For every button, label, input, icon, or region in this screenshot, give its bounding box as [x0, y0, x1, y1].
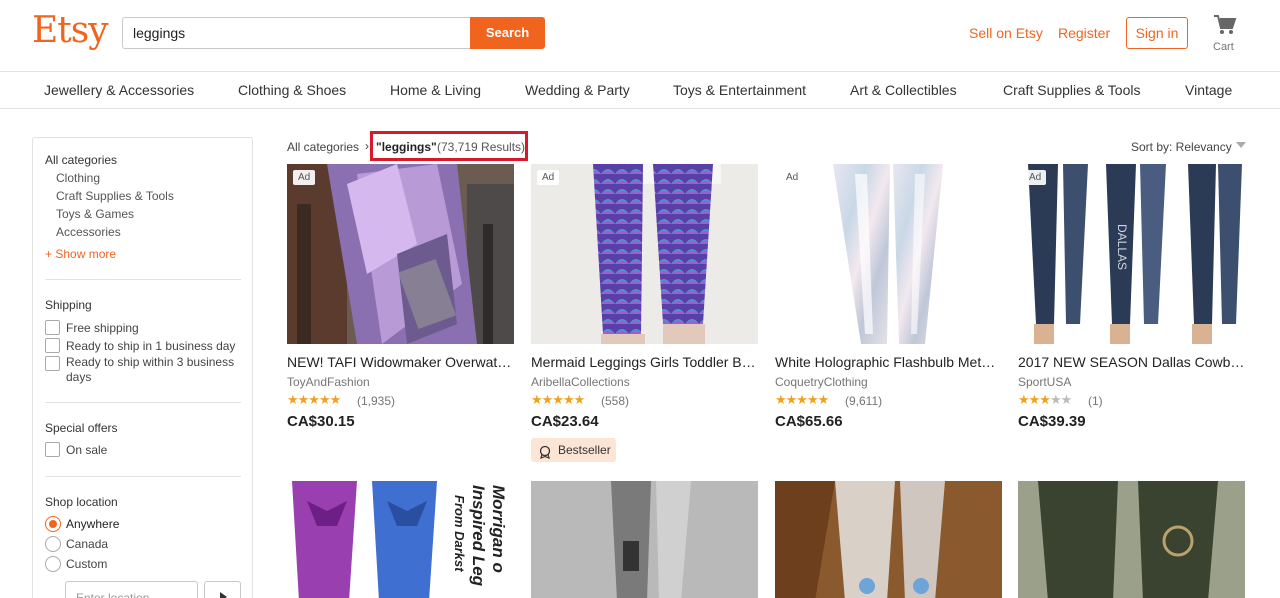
register-link[interactable]: Register	[1058, 25, 1110, 41]
listing-image[interactable]	[1018, 481, 1245, 598]
rating-stars: ★★★★★	[287, 392, 341, 407]
nav-toys[interactable]: Toys & Entertainment	[673, 82, 806, 98]
rating-stars: ★★★★★	[1018, 392, 1072, 407]
divider	[45, 402, 241, 403]
etsy-logo[interactable]: Etsy	[32, 10, 109, 51]
listing-image[interactable]: DALLAS Ad	[1018, 164, 1245, 344]
free-shipping-checkbox[interactable]	[45, 320, 60, 335]
listing-title[interactable]: Mermaid Leggings Girls Toddler Baby	[531, 354, 758, 370]
listing-image[interactable]: Ad	[775, 164, 1002, 344]
category-accessories[interactable]: Accessories	[56, 225, 121, 239]
ship-3-day-label[interactable]: Ready to ship within 3 business	[66, 355, 234, 370]
cart-label[interactable]: Cart	[1213, 41, 1234, 53]
category-toys[interactable]: Toys & Games	[56, 207, 134, 221]
price: CA$39.39	[1018, 413, 1086, 430]
award-icon	[538, 443, 552, 467]
divider	[45, 476, 241, 477]
category-clothing[interactable]: Clothing	[56, 171, 100, 185]
location-custom-label[interactable]: Custom	[66, 557, 107, 572]
filter-sidebar: All categories Clothing Craft Supplies &…	[32, 137, 253, 598]
badge-label: Bestseller	[558, 443, 611, 457]
ad-label: Ad	[1024, 170, 1047, 185]
location-canada-radio[interactable]	[45, 536, 61, 552]
play-icon	[219, 592, 227, 598]
search-input[interactable]: leggings	[122, 17, 472, 49]
cart-icon[interactable]	[1210, 14, 1240, 41]
special-offers-title: Special offers	[45, 421, 118, 435]
free-shipping-label[interactable]: Free shipping	[66, 321, 139, 336]
sign-in-button[interactable]: Sign in	[1126, 17, 1188, 49]
chevron-down-icon[interactable]	[1236, 142, 1246, 148]
listing-image[interactable]	[531, 481, 758, 598]
bestseller-badge: Bestseller	[531, 438, 616, 462]
rating-stars: ★★★★★	[531, 392, 585, 407]
listing-title[interactable]: 2017 NEW SEASON Dallas Cowboys Leggings	[1018, 354, 1245, 370]
divider	[45, 279, 241, 280]
location-input[interactable]: Enter location	[65, 581, 198, 598]
shop-location-title: Shop location	[45, 495, 118, 509]
category-nav: Jewellery & Accessories Clothing & Shoes…	[0, 72, 1280, 109]
svg-text:From Darkst: From Darkst	[452, 495, 467, 572]
listing-image[interactable]: Ad	[287, 164, 514, 344]
ship-3-day-checkbox[interactable]	[45, 356, 60, 371]
site-header: Etsy leggings Search Sell on Etsy Regist…	[0, 0, 1280, 72]
review-count: (9,611)	[845, 394, 883, 408]
location-canada-label[interactable]: Canada	[66, 537, 108, 552]
listing-image[interactable]: Morrigan o Inspired Leg From Darkst	[287, 481, 514, 598]
review-count: (1)	[1088, 394, 1103, 408]
svg-text:DALLAS: DALLAS	[1115, 224, 1129, 270]
search-button[interactable]: Search	[470, 17, 545, 49]
location-submit-button[interactable]	[204, 581, 241, 598]
svg-text:Inspired Leg: Inspired Leg	[469, 485, 488, 587]
svg-text:Morrigan o: Morrigan o	[489, 485, 508, 573]
ship-1-day-checkbox[interactable]	[45, 338, 60, 353]
nav-clothing[interactable]: Clothing & Shoes	[238, 82, 346, 98]
nav-home[interactable]: Home & Living	[390, 82, 481, 98]
listing-image[interactable]: Ad	[531, 164, 758, 344]
breadcrumb-all-categories[interactable]: All categories	[287, 140, 359, 154]
location-custom-radio[interactable]	[45, 556, 61, 572]
ship-1-day-label[interactable]: Ready to ship in 1 business day	[66, 339, 235, 354]
sell-on-etsy-link[interactable]: Sell on Etsy	[969, 25, 1043, 41]
location-anywhere-label[interactable]: Anywhere	[66, 517, 119, 532]
sort-dropdown[interactable]: Sort by: Relevancy	[1131, 140, 1232, 154]
review-count: (1,935)	[357, 394, 396, 408]
ad-label: Ad	[293, 170, 316, 185]
ad-label: Ad	[781, 170, 804, 185]
breadcrumb-separator: ›	[365, 139, 369, 153]
price: CA$23.64	[531, 413, 599, 430]
on-sale-checkbox[interactable]	[45, 442, 60, 457]
shipping-title: Shipping	[45, 298, 92, 312]
shop-name[interactable]: CoquetryClothing	[775, 375, 868, 389]
ship-3-day-label-cont[interactable]: days	[66, 370, 91, 385]
nav-art[interactable]: Art & Collectibles	[850, 82, 957, 98]
nav-wedding[interactable]: Wedding & Party	[525, 82, 630, 98]
on-sale-label[interactable]: On sale	[66, 443, 107, 458]
shop-name[interactable]: ToyAndFashion	[287, 375, 370, 389]
results-count: (73,719 Results)	[437, 140, 526, 154]
ad-label: Ad	[537, 170, 560, 185]
listing-image[interactable]	[775, 481, 1002, 598]
category-craft[interactable]: Craft Supplies & Tools	[56, 189, 174, 203]
listing-title[interactable]: NEW! TAFI Widowmaker Overwatch Leggings	[287, 354, 514, 370]
search-term: "leggings"	[376, 140, 437, 154]
price: CA$30.15	[287, 413, 355, 430]
rating-stars: ★★★★★	[775, 392, 829, 407]
location-anywhere-radio[interactable]	[45, 516, 61, 532]
listing-title[interactable]: White Holographic Flashbulb Metallic Leg…	[775, 354, 1002, 370]
shop-name[interactable]: SportUSA	[1018, 375, 1071, 389]
show-more-link[interactable]: + Show more	[45, 247, 116, 261]
review-count: (558)	[601, 394, 630, 408]
nav-jewellery[interactable]: Jewellery & Accessories	[44, 82, 194, 98]
nav-vintage[interactable]: Vintage	[1185, 82, 1232, 98]
nav-craft[interactable]: Craft Supplies & Tools	[1003, 82, 1140, 98]
all-categories-link[interactable]: All categories	[45, 153, 117, 167]
shop-name[interactable]: AribellaCollections	[531, 375, 630, 389]
price: CA$65.66	[775, 413, 843, 430]
